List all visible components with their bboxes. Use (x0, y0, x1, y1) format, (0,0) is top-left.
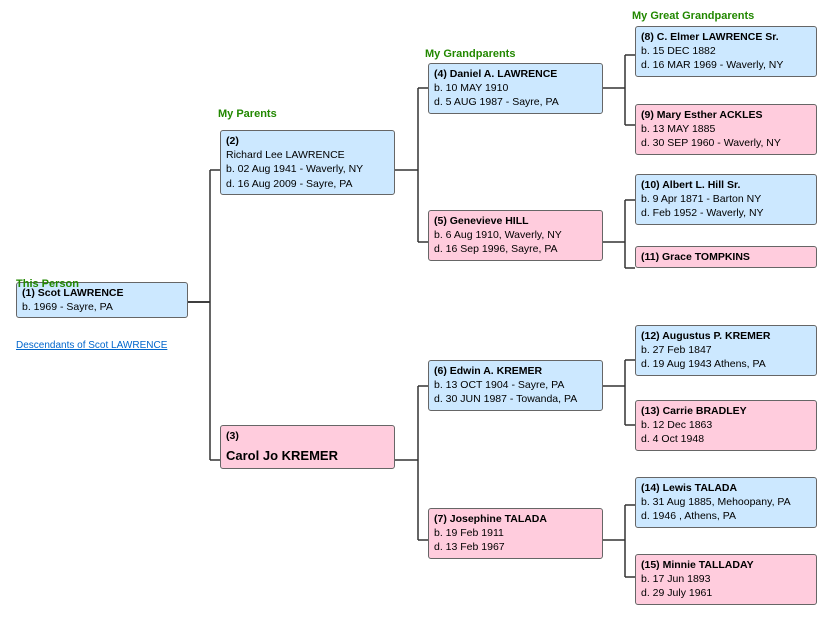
person-9-mary-ackles[interactable]: (9) Mary Esther ACKLES b. 13 MAY 1885 d.… (635, 104, 817, 155)
person-14-lewis-talada[interactable]: (14) Lewis TALADA b. 31 Aug 1885, Mehoop… (635, 477, 817, 528)
descendants-link[interactable]: Descendants of Scot LAWRENCE (16, 340, 167, 351)
label-my-grandparents: My Grandparents (425, 48, 515, 60)
person-7-josephine-talada[interactable]: (7) Josephine TALADA b. 19 Feb 1911 d. 1… (428, 508, 603, 559)
person-4-daniel-lawrence[interactable]: (4) Daniel A. LAWRENCE b. 10 MAY 1910 d.… (428, 63, 603, 114)
person-2-richard-lawrence[interactable]: (2) Richard Lee LAWRENCE b. 02 Aug 1941 … (220, 130, 395, 195)
person-8-elmer-lawrence[interactable]: (8) C. Elmer LAWRENCE Sr. b. 15 DEC 1882… (635, 26, 817, 77)
person-11-grace-tompkins[interactable]: (11) Grace TOMPKINS (635, 246, 817, 268)
person-13-carrie-bradley[interactable]: (13) Carrie BRADLEY b. 12 Dec 1863 d. 4 … (635, 400, 817, 451)
person-5-genevieve-hill[interactable]: (5) Genevieve HILL b. 6 Aug 1910, Waverl… (428, 210, 603, 261)
label-my-parents: My Parents (218, 108, 277, 120)
label-my-great-grandparents: My Great Grandparents (632, 10, 754, 22)
person-6-edwin-kremer[interactable]: (6) Edwin A. KREMER b. 13 OCT 1904 - Say… (428, 360, 603, 411)
family-tree-chart: This Person My Parents My Grandparents M… (0, 0, 827, 628)
label-this-person: This Person (16, 278, 79, 290)
person-3-carol-kremer[interactable]: (3) Carol Jo KREMER (220, 425, 395, 469)
person-15-minnie-talladay[interactable]: (15) Minnie TALLADAY b. 17 Jun 1893 d. 2… (635, 554, 817, 605)
person-10-albert-hill[interactable]: (10) Albert L. Hill Sr. b. 9 Apr 1871 - … (635, 174, 817, 225)
person-12-augustus-kremer[interactable]: (12) Augustus P. KREMER b. 27 Feb 1847 d… (635, 325, 817, 376)
